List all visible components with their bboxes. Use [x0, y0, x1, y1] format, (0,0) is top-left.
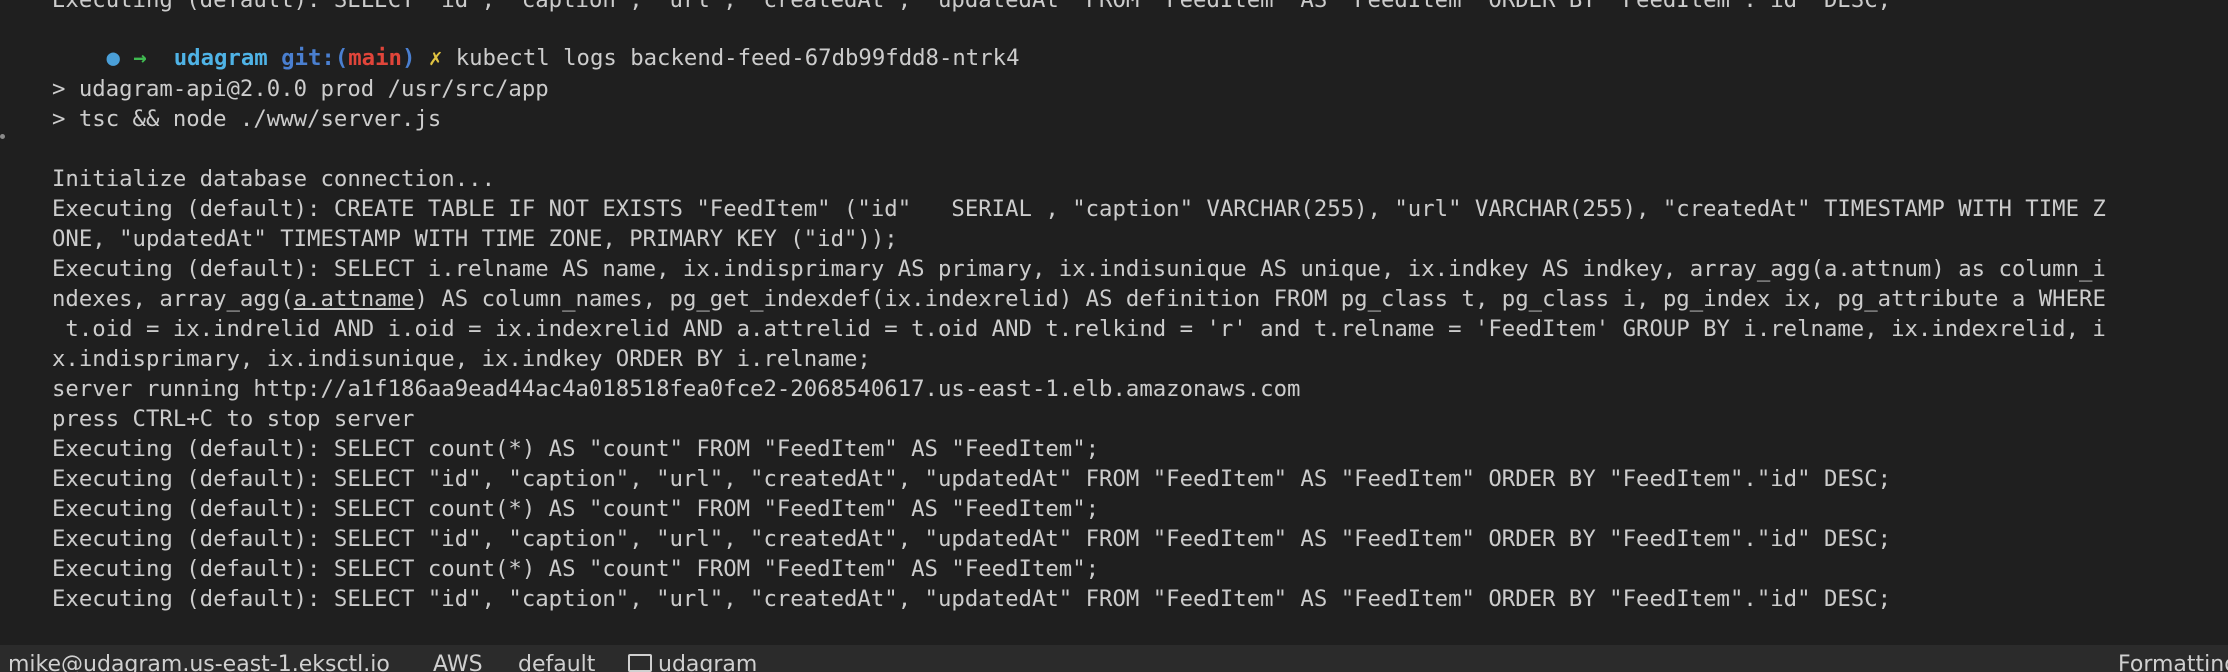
gutter-marker [0, 134, 5, 139]
command-prompt-line: ● → udagram git:(main) ✗ kubectl logs ba… [26, 13, 1020, 71]
terminal-line: Executing (default): SELECT "id", "capti… [52, 586, 1892, 612]
command-decoration-icon[interactable]: ● [107, 45, 120, 71]
terminal-line: x.indisprimary, ix.indisunique, ix.indke… [52, 346, 871, 372]
server-url-line[interactable]: server running http://a1f186aa9ead44ac4a… [52, 374, 1300, 404]
status-formatting[interactable]: Formatting [2118, 653, 2228, 672]
command-text: kubectl logs backend-feed-67db99fdd8-ntr… [455, 45, 1020, 71]
status-bar: mike@udagram.us-east-1.eksctl.io AWS def… [0, 645, 2228, 672]
terminal-line: press CTRL+C to stop server [52, 406, 415, 432]
terminal-line: Executing (default): SELECT count(*) AS … [52, 496, 1100, 522]
terminal-line: Executing (default): CREATE TABLE IF NOT… [52, 196, 2106, 222]
status-aws-profile[interactable]: default [518, 653, 595, 672]
terminal-line: Executing (default): SELECT "id", "capti… [52, 466, 1892, 492]
status-folder[interactable]: udagram [628, 653, 757, 672]
terminal-link[interactable]: a.attname [294, 286, 415, 312]
prompt-arrow-icon: → [133, 45, 147, 71]
terminal-panel[interactable]: Executing (default): SELECT "id", "capti… [0, 0, 2228, 645]
prompt-dirty-icon: ✗ [428, 45, 443, 71]
terminal-line: ONE, "updatedAt" TIMESTAMP WITH TIME ZON… [52, 226, 898, 252]
active-prompt-line[interactable]: ○ → udagram git:(main) ✗ [26, 614, 461, 644]
status-aws[interactable]: AWS [433, 653, 483, 672]
terminal-line: > tsc && node ./www/server.js [52, 106, 442, 132]
prompt-git-close: ) [401, 45, 416, 71]
status-kube-context[interactable]: mike@udagram.us-east-1.eksctl.io [8, 653, 390, 672]
terminal-line: Executing (default): SELECT "id", "capti… [52, 526, 1892, 552]
terminal-line: Executing (default): SELECT count(*) AS … [52, 556, 1100, 582]
terminal-text: ndexes, array_agg( [52, 286, 294, 312]
terminal-line: ndexes, array_agg(a.attname) AS column_n… [52, 284, 2106, 314]
folder-icon [628, 654, 652, 672]
terminal-line: Executing (default): SELECT i.relname AS… [52, 256, 2106, 282]
terminal-text: ) AS column_names, pg_get_indexdef(ix.in… [414, 286, 2106, 312]
terminal-line: t.oid = ix.indrelid AND i.oid = ix.index… [52, 316, 2106, 342]
prompt-branch: main [348, 45, 402, 71]
terminal-line: > udagram-api@2.0.0 prod /usr/src/app [52, 76, 549, 102]
prompt-git-label: git:( [281, 45, 349, 71]
prompt-repo: udagram [173, 45, 268, 71]
terminal-line: Executing (default): SELECT count(*) AS … [52, 436, 1100, 462]
terminal-line: Initialize database connection... [52, 166, 495, 192]
status-folder-label: udagram [658, 652, 758, 672]
